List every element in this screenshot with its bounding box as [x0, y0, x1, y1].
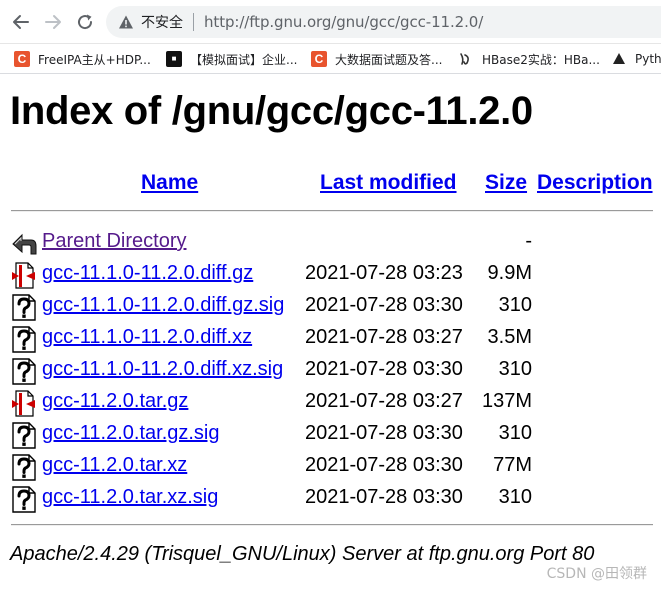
file-date: 2021-07-28 03:30	[305, 294, 463, 316]
file-link[interactable]: gcc-11.2.0.tar.gz.sig	[42, 422, 220, 445]
bookmark-item[interactable]: ■ 【模拟面试】企业...	[166, 50, 297, 68]
file-size: 77M	[493, 454, 532, 476]
address-separator	[193, 13, 194, 31]
page-title: Index of /gnu/gcc/gcc-11.2.0	[10, 89, 533, 133]
ink-bird-icon	[458, 51, 474, 67]
forward-arrow-icon	[45, 15, 61, 29]
unknown-file-icon	[12, 326, 36, 353]
file-link[interactable]: gcc-11.2.0.tar.gz	[42, 390, 188, 413]
table-row: gcc-11.2.0.tar.gz.sig 2021-07-28 03:30 3…	[0, 418, 661, 450]
file-link[interactable]: gcc-11.1.0-11.2.0.diff.xz	[42, 326, 252, 349]
top-divider	[11, 210, 653, 212]
compressed-file-icon	[12, 390, 35, 417]
bookmark-label: FreeIPA主从+HDP...	[38, 52, 151, 67]
table-row: gcc-11.2.0.tar.gz 2021-07-28 03:27 137M	[0, 386, 661, 418]
table-row: gcc-11.1.0-11.2.0.diff.gz.sig 2021-07-28…	[0, 290, 661, 322]
warning-triangle-icon[interactable]	[118, 14, 134, 30]
table-row: gcc-11.1.0-11.2.0.diff.gz 2021-07-28 03:…	[0, 258, 661, 290]
file-size: 310	[498, 486, 532, 508]
server-signature: Apache/2.4.29 (Trisquel_GNU/Linux) Serve…	[10, 543, 595, 565]
parent-directory-row: Parent Directory -	[0, 226, 661, 258]
bottom-divider	[11, 524, 653, 526]
bookmark-label: 【模拟面试】企业...	[190, 52, 298, 67]
page-content: Index of /gnu/gcc/gcc-11.2.0 Name Last m…	[0, 75, 661, 592]
table-row: gcc-11.1.0-11.2.0.diff.xz 2021-07-28 03:…	[0, 322, 661, 354]
file-date: 2021-07-28 03:30	[305, 486, 463, 508]
back-button[interactable]	[9, 10, 33, 34]
table-row: gcc-11.2.0.tar.xz.sig 2021-07-28 03:30 3…	[0, 482, 661, 514]
csdn-c-icon: C	[311, 51, 327, 67]
unknown-file-icon	[12, 294, 36, 321]
back-arrow-icon	[13, 15, 29, 29]
file-size: 310	[498, 294, 532, 316]
file-link[interactable]: gcc-11.2.0.tar.xz.sig	[42, 486, 218, 509]
file-date: 2021-07-28 03:23	[305, 262, 463, 284]
bookmark-item[interactable]: C 大数据面试题及答...	[311, 50, 442, 68]
compressed-file-icon	[12, 262, 35, 289]
site-icon: ■	[166, 51, 182, 67]
pyth-icon	[611, 51, 627, 67]
security-label[interactable]: 不安全	[141, 12, 183, 32]
column-header-last-modified[interactable]: Last modified	[320, 171, 457, 195]
file-size: 137M	[481, 390, 532, 412]
table-row: gcc-11.1.0-11.2.0.diff.xz.sig 2021-07-28…	[0, 354, 661, 386]
column-header-name[interactable]: Name	[141, 171, 198, 195]
column-header-size[interactable]: Size	[485, 171, 527, 195]
file-date: 2021-07-28 03:30	[305, 422, 463, 444]
file-link[interactable]: gcc-11.1.0-11.2.0.diff.gz.sig	[42, 294, 284, 317]
bookmark-item[interactable]: Pyth	[611, 50, 661, 68]
bookmark-item[interactable]: HBase2实战：HBa...	[458, 50, 600, 68]
file-link[interactable]: gcc-11.1.0-11.2.0.diff.gz	[42, 262, 253, 285]
file-date: 2021-07-28 03:30	[305, 454, 463, 476]
bookmarks-bar: C FreeIPA主从+HDP... ■ 【模拟面试】企业... C 大数据面试…	[0, 44, 661, 74]
forward-button[interactable]	[41, 10, 65, 34]
file-date: 2021-07-28 03:27	[305, 390, 463, 412]
file-size: 9.9M	[487, 262, 532, 284]
unknown-file-icon	[12, 486, 36, 513]
unknown-file-icon	[12, 422, 36, 449]
bookmark-item[interactable]: C FreeIPA主从+HDP...	[14, 50, 151, 68]
bookmark-label: 大数据面试题及答...	[335, 52, 443, 67]
unknown-file-icon	[12, 358, 36, 385]
browser-toolbar: 不安全 http://ftp.gnu.org/gnu/gcc/gcc-11.2.…	[0, 0, 661, 44]
file-size: 3.5M	[487, 326, 532, 348]
parent-directory-link[interactable]: Parent Directory	[42, 230, 187, 253]
csdn-c-icon: C	[14, 51, 30, 67]
unknown-file-icon	[12, 454, 36, 481]
reload-icon	[78, 14, 93, 30]
table-row: gcc-11.2.0.tar.xz 2021-07-28 03:30 77M	[0, 450, 661, 482]
bookmark-label: HBase2实战：HBa...	[482, 52, 600, 67]
file-size: 310	[498, 358, 532, 380]
file-link[interactable]: gcc-11.1.0-11.2.0.diff.xz.sig	[42, 358, 283, 381]
watermark: CSDN @田领群	[546, 566, 647, 582]
bookmark-label: Pyth	[635, 52, 661, 66]
file-date: 2021-07-28 03:30	[305, 358, 463, 380]
url-text[interactable]: http://ftp.gnu.org/gnu/gcc/gcc-11.2.0/	[204, 13, 483, 31]
file-size: 310	[498, 422, 532, 444]
reload-button[interactable]	[73, 10, 97, 34]
file-link[interactable]: gcc-11.2.0.tar.xz	[42, 454, 187, 477]
file-size: -	[525, 230, 532, 252]
column-header-description[interactable]: Description	[537, 171, 653, 195]
file-date: 2021-07-28 03:27	[305, 326, 463, 348]
back-folder-icon	[12, 233, 37, 255]
address-bar[interactable]: 不安全 http://ftp.gnu.org/gnu/gcc/gcc-11.2.…	[106, 6, 661, 38]
